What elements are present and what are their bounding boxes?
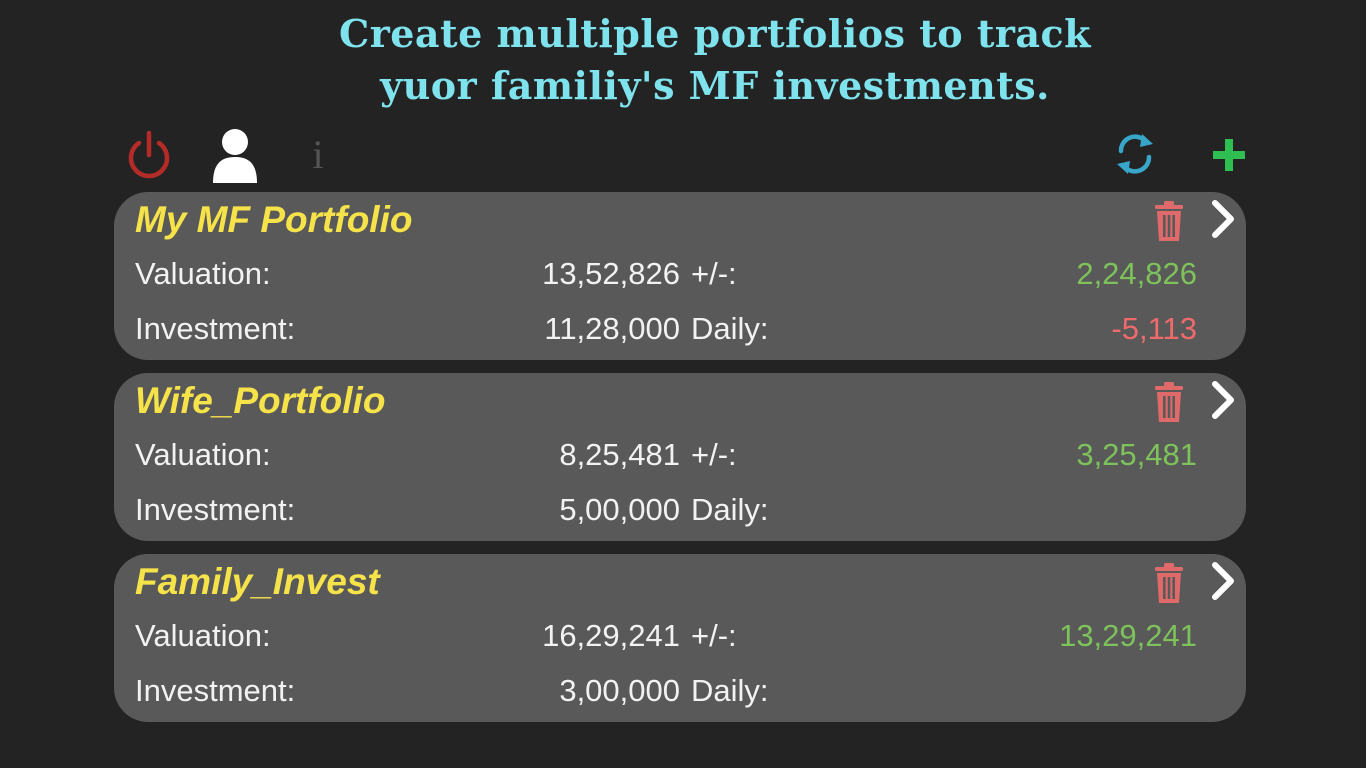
promo-caption: Create multiple portfolios to track yuor… bbox=[0, 8, 1366, 112]
trash-icon[interactable] bbox=[1152, 381, 1186, 423]
change-value: 3,25,481 bbox=[1076, 437, 1197, 472]
investment-label: Investment: bbox=[135, 311, 296, 346]
portfolio-card[interactable]: My MF Portfolio Valuation: 13,52,826 +/-… bbox=[114, 192, 1246, 360]
app-page: Create multiple portfolios to track yuor… bbox=[0, 0, 1366, 768]
valuation-value: 16,29,241 bbox=[542, 618, 680, 653]
portfolio-name: My MF Portfolio bbox=[135, 199, 413, 240]
power-icon bbox=[128, 130, 170, 179]
info-button[interactable]: i bbox=[306, 126, 330, 182]
trash-icon[interactable] bbox=[1152, 562, 1186, 604]
valuation-label: Valuation: bbox=[135, 618, 271, 653]
chevron-right-icon[interactable] bbox=[1206, 196, 1240, 242]
daily-value: -5,113 bbox=[1111, 311, 1197, 346]
daily-label: Daily: bbox=[691, 311, 769, 346]
change-label: +/-: bbox=[691, 437, 737, 472]
investment-value: 11,28,000 bbox=[544, 311, 680, 346]
investment-value: 3,00,000 bbox=[559, 673, 680, 708]
refresh-icon bbox=[1117, 134, 1153, 174]
change-value: 2,24,826 bbox=[1076, 256, 1197, 291]
change-value: 13,29,241 bbox=[1059, 618, 1197, 653]
daily-label: Daily: bbox=[691, 673, 769, 708]
valuation-value: 13,52,826 bbox=[542, 256, 680, 291]
promo-caption-line-1: Create multiple portfolios to track bbox=[338, 11, 1091, 56]
valuation-label: Valuation: bbox=[135, 437, 271, 472]
power-button[interactable] bbox=[124, 124, 174, 184]
investment-label: Investment: bbox=[135, 492, 296, 527]
user-button[interactable] bbox=[207, 124, 263, 186]
investment-value: 5,00,000 bbox=[559, 492, 680, 527]
add-portfolio-button[interactable] bbox=[1204, 130, 1254, 180]
user-icon bbox=[213, 129, 257, 183]
portfolio-card[interactable]: Wife_Portfolio Valuation: 8,25,481 +/-: … bbox=[114, 373, 1246, 541]
portfolio-name: Wife_Portfolio bbox=[135, 380, 386, 421]
portfolio-card[interactable]: Family_Invest Valuation: 16,29,241 +/-: … bbox=[114, 554, 1246, 722]
chevron-right-icon[interactable] bbox=[1206, 377, 1240, 423]
plus-icon bbox=[1213, 139, 1245, 171]
refresh-button[interactable] bbox=[1110, 128, 1160, 180]
trash-icon[interactable] bbox=[1152, 200, 1186, 242]
change-label: +/-: bbox=[691, 256, 737, 291]
change-label: +/-: bbox=[691, 618, 737, 653]
investment-label: Investment: bbox=[135, 673, 296, 708]
portfolio-name: Family_Invest bbox=[135, 561, 380, 602]
promo-caption-line-2: yuor familiy's MF investments. bbox=[380, 63, 1050, 108]
info-icon: i bbox=[312, 131, 324, 177]
valuation-label: Valuation: bbox=[135, 256, 271, 291]
chevron-right-icon[interactable] bbox=[1206, 558, 1240, 604]
toolbar: i bbox=[0, 120, 1366, 190]
valuation-value: 8,25,481 bbox=[559, 437, 680, 472]
daily-label: Daily: bbox=[691, 492, 769, 527]
